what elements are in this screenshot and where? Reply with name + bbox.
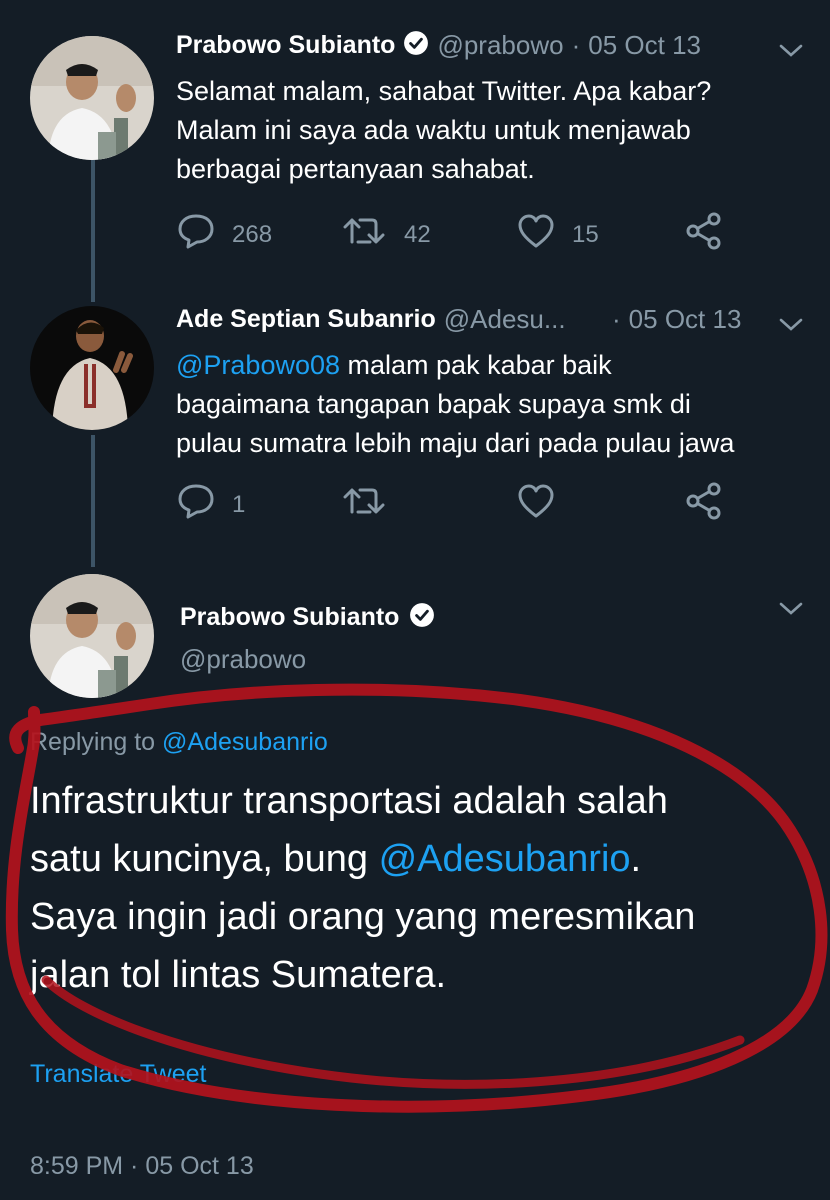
separator: ·: [612, 304, 621, 334]
reply-count: 268: [232, 220, 273, 248]
reply-count: 1: [232, 490, 246, 518]
chevron-down-icon[interactable]: [778, 600, 804, 623]
main-tweet-text: Infrastruktur transportasi adalah salah …: [30, 772, 810, 1004]
mention-link[interactable]: @Adesubanrio: [379, 838, 631, 880]
author-handle[interactable]: @Adesu...: [444, 304, 566, 335]
author-name[interactable]: Ade Septian Subanrio: [176, 305, 436, 334]
tweet-text: Selamat malam, sahabat Twitter. Apa kaba…: [176, 72, 796, 189]
reply-button[interactable]: 1: [176, 482, 245, 527]
replying-handle-link[interactable]: @Adesubanrio: [162, 728, 328, 756]
tweet-date[interactable]: 05 Oct 13: [588, 30, 701, 61]
separator: ·: [571, 30, 581, 60]
author-handle[interactable]: @prabowo: [180, 644, 306, 675]
author-name[interactable]: Prabowo Subianto: [176, 31, 395, 60]
reply-icon: [176, 482, 216, 527]
avatar[interactable]: [30, 306, 154, 430]
chevron-down-icon[interactable]: [778, 316, 804, 339]
tweet-line: Selamat malam, sahabat Twitter. Apa kaba…: [176, 76, 712, 106]
verified-icon: [403, 30, 429, 61]
tweet-line: pulau sumatra lebih maju dari pada pulau…: [176, 428, 735, 458]
avatar[interactable]: [30, 36, 154, 160]
author-handle[interactable]: @prabowo: [437, 30, 563, 61]
reply-icon: [176, 212, 216, 257]
mention-link[interactable]: @Prabowo08: [176, 350, 340, 380]
verified-icon: [409, 602, 435, 633]
retweet-count: 42: [404, 220, 431, 248]
tweet-line-text: malam pak kabar baik: [340, 350, 612, 380]
thread-line: [91, 435, 95, 567]
chevron-down-icon[interactable]: [778, 42, 804, 65]
tweet-line: satu kuncinya, bung @Adesubanrio.: [30, 830, 810, 888]
reply-button[interactable]: 268: [176, 212, 272, 257]
share-icon[interactable]: [684, 482, 724, 525]
replying-prefix: Replying to: [30, 728, 163, 756]
replying-to: Replying to @Adesubanrio: [30, 728, 328, 757]
tweet-text: @Prabowo08 malam pak kabar baik bagaiman…: [176, 346, 806, 463]
share-icon[interactable]: [684, 212, 724, 255]
tweet-line-text: satu kuncinya, bung: [30, 838, 379, 880]
tweet-line: bagaimana tangapan bapak supaya smk di: [176, 389, 691, 419]
thread-line: [91, 160, 95, 302]
retweet-icon: [342, 212, 388, 257]
tweet-line: jalan tol lintas Sumatera.: [30, 954, 447, 996]
avatar[interactable]: [30, 574, 154, 698]
tweet-date[interactable]: 05 Oct 13: [629, 304, 742, 335]
tweet-line: berbagai pertanyaan sahabat.: [176, 154, 535, 184]
like-icon[interactable]: [516, 482, 556, 525]
like-icon: [516, 212, 556, 257]
retweet-icon[interactable]: [342, 482, 388, 525]
tweet-line: @Prabowo08 malam pak kabar baik: [176, 346, 806, 385]
retweet-button[interactable]: 42: [342, 212, 431, 257]
like-count: 15: [572, 220, 599, 248]
translate-tweet-link[interactable]: Translate Tweet: [30, 1060, 206, 1089]
like-button[interactable]: 15: [516, 212, 599, 257]
tweet-line-text: .: [630, 838, 642, 880]
author-name[interactable]: Prabowo Subianto: [180, 603, 399, 632]
tweet-line: Malam ini saya ada waktu untuk menjawab: [176, 115, 691, 145]
tweet-line: Saya ingin jadi orang yang meresmikan: [30, 896, 696, 938]
timestamp[interactable]: 8:59 PM · 05 Oct 13: [30, 1152, 254, 1181]
tweet-line: Infrastruktur transportasi adalah salah: [30, 780, 668, 822]
